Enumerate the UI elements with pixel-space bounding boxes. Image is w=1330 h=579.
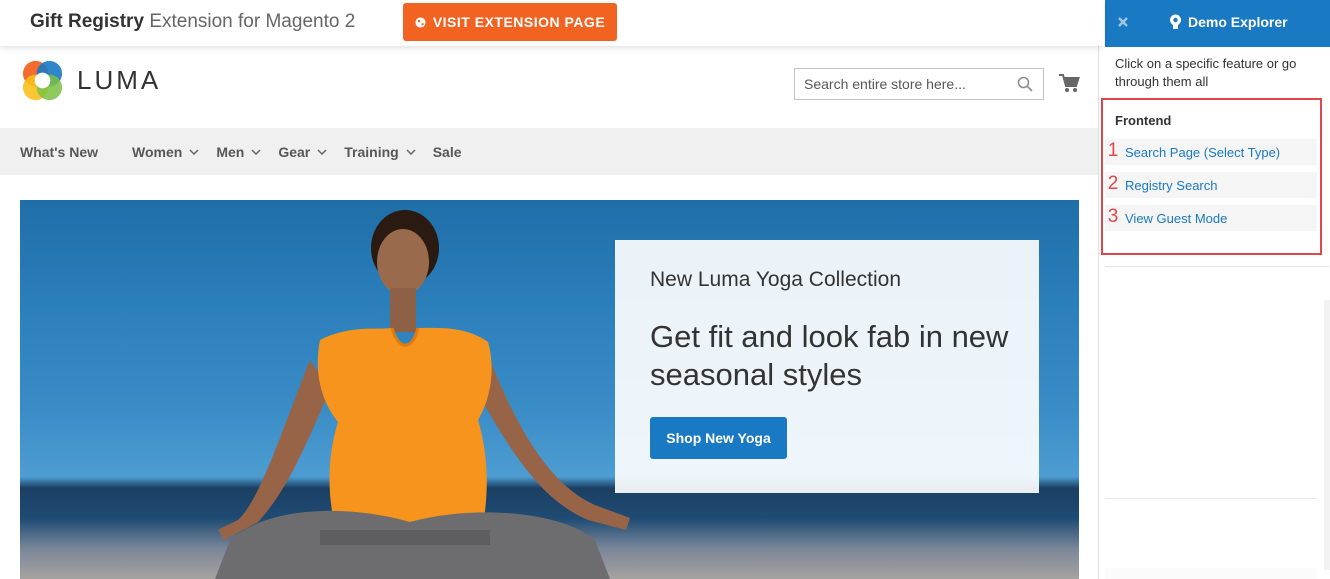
- chevron-down-icon: [189, 148, 199, 155]
- panel-scrollbar[interactable]: [1324, 300, 1330, 570]
- chevron-down-icon: [251, 148, 261, 155]
- feature-number: 2: [1107, 173, 1119, 194]
- shop-new-yoga-button[interactable]: Shop New Yoga: [650, 417, 787, 459]
- luma-logo-text: LUMA: [77, 65, 162, 95]
- feature-number: 1: [1107, 140, 1119, 161]
- close-icon[interactable]: [1117, 16, 1129, 28]
- feature-item-registry-search[interactable]: 2 Registry Search: [1105, 172, 1317, 198]
- luma-logo-icon: [22, 60, 63, 101]
- feature-link[interactable]: View Guest Mode: [1125, 211, 1227, 226]
- promo-bar: Gift Registry Extension for Magento 2 VI…: [0, 0, 1104, 46]
- panel-placeholder-row: [1105, 568, 1317, 579]
- nav-item-label: Gear: [278, 143, 311, 160]
- extension-title: Gift Registry Extension for Magento 2: [30, 11, 355, 33]
- cart-icon[interactable]: [1058, 72, 1080, 94]
- feature-link[interactable]: Registry Search: [1125, 178, 1217, 193]
- search-icon[interactable]: [1017, 76, 1033, 92]
- nav-item-label: Sale: [432, 143, 462, 160]
- visit-extension-label: VISIT EXTENSION PAGE: [432, 14, 606, 30]
- search-box: [794, 68, 1044, 100]
- nav-item-label: Women: [132, 143, 183, 160]
- nav-item-women[interactable]: Women: [132, 144, 199, 160]
- hero-title: Get fit and look fab in new seasonal sty…: [650, 319, 1009, 392]
- hero-banner[interactable]: New Luma Yoga Collection Get fit and loo…: [20, 200, 1079, 579]
- visit-extension-button[interactable]: VISIT EXTENSION PAGE: [403, 3, 617, 41]
- nav-item-whats-new[interactable]: What's New: [20, 144, 98, 160]
- demo-explorer-description: Click on a specific feature or go throug…: [1115, 56, 1297, 89]
- feature-number: 3: [1107, 206, 1119, 227]
- demo-explorer-panel: Demo Explorer Click on a specific featur…: [1098, 0, 1330, 579]
- hero-promo-card: New Luma Yoga Collection Get fit and loo…: [615, 240, 1039, 493]
- store-header: LUMA: [0, 46, 1098, 128]
- luma-logo[interactable]: LUMA: [20, 58, 161, 103]
- chevron-down-icon: [406, 148, 416, 155]
- main-navigation: What's New Women Men Gear Training Sale: [0, 128, 1098, 175]
- nav-item-training[interactable]: Training: [344, 143, 416, 160]
- search-input[interactable]: [795, 69, 1010, 99]
- chevron-down-icon: [317, 148, 327, 155]
- feature-item-view-guest-mode[interactable]: 3 View Guest Mode: [1105, 205, 1317, 231]
- nav-item-label: Training: [344, 143, 399, 160]
- demo-explorer-title-text: Demo Explorer: [1188, 14, 1288, 30]
- nav-item-men[interactable]: Men: [216, 144, 261, 160]
- extension-title-strong: Gift Registry: [30, 11, 145, 32]
- demo-explorer-header: Demo Explorer: [1105, 0, 1330, 47]
- feature-item-search-page[interactable]: 1 Search Page (Select Type): [1105, 139, 1317, 165]
- lightbulb-icon: [1170, 14, 1181, 29]
- nav-item-label: Men: [216, 143, 245, 160]
- extension-title-light: Extension for Magento 2: [149, 11, 356, 32]
- nav-item-gear[interactable]: Gear: [278, 144, 327, 160]
- demo-explorer-title: Demo Explorer: [1169, 14, 1288, 30]
- globe-icon: [415, 16, 426, 28]
- nav-item-sale[interactable]: Sale: [433, 144, 462, 160]
- hero-subtitle: New Luma Yoga Collection: [650, 268, 901, 291]
- nav-item-label: What's New: [20, 143, 99, 160]
- panel-divider: [1105, 266, 1329, 267]
- panel-divider: [1105, 498, 1317, 499]
- feature-link[interactable]: Search Page (Select Type): [1125, 145, 1280, 160]
- section-title-frontend: Frontend: [1115, 113, 1172, 128]
